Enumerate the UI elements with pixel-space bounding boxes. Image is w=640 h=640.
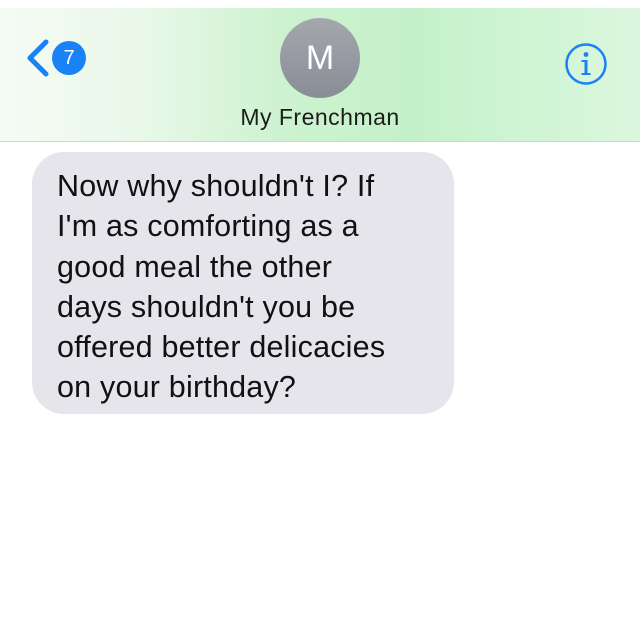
info-circle-icon [565, 43, 607, 85]
unread-count-badge: 7 [52, 41, 86, 75]
message-line: Now why shouldn't I? If [57, 169, 375, 203]
conversation-header: 7 M My Frenchman [0, 8, 640, 142]
back-button[interactable]: 7 [24, 38, 86, 78]
contact-name[interactable]: My Frenchman [0, 104, 640, 131]
info-button[interactable] [564, 42, 608, 86]
message-line: days shouldn't you be [57, 289, 356, 324]
message-line: on your birthday? [57, 370, 297, 405]
message-line: good meal the other [57, 249, 333, 284]
chevron-left-icon [27, 39, 49, 77]
messages-screen: 7 M My Frenchman Now why shouldn't I? If… [0, 0, 640, 640]
message-line: I'm as comforting as a [57, 209, 359, 244]
received-message-bubble[interactable]: Now why shouldn't I? If I'm as comfortin… [32, 152, 454, 414]
contact-avatar[interactable]: M [280, 18, 360, 98]
message-line: offered better delicacies [57, 330, 386, 365]
